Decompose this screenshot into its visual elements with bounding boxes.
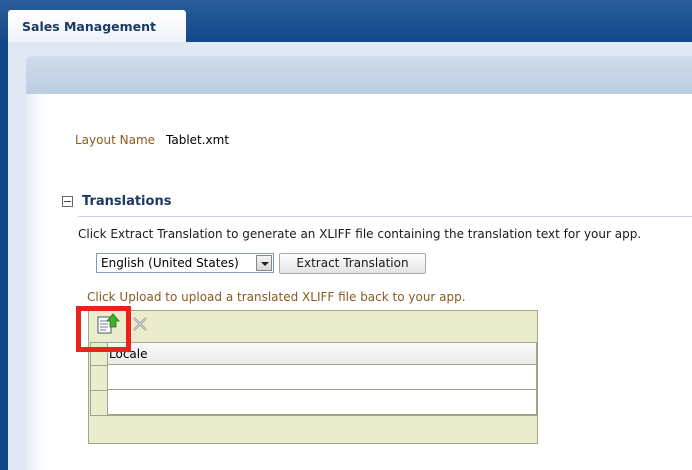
collapse-section-icon[interactable] (62, 196, 73, 207)
upload-instructions: Click Upload to upload a translated XLIF… (87, 290, 466, 304)
left-rail (0, 42, 8, 470)
translations-section-title: Translations (82, 194, 172, 209)
delete-button[interactable] (130, 314, 150, 334)
delete-icon (133, 317, 147, 331)
layout-name-label: Layout Name (75, 133, 156, 147)
chevron-down-icon[interactable] (256, 255, 272, 271)
locale-select-value: English (United States) (101, 256, 239, 270)
app-tab[interactable]: Sales Management (8, 10, 186, 42)
section-divider (78, 216, 692, 217)
region-body-shadow (26, 94, 44, 470)
table-row[interactable] (108, 390, 536, 415)
row-header-column (91, 343, 108, 415)
locale-select[interactable]: English (United States) (96, 253, 274, 273)
region-header (26, 56, 692, 94)
extract-translation-button[interactable]: Extract Translation (279, 253, 426, 274)
column-header-locale[interactable]: Locale (108, 343, 536, 365)
table-row[interactable] (108, 365, 536, 390)
locale-table: Locale (90, 342, 537, 416)
row-header-separator (91, 365, 108, 366)
layout-name-value: Tablet.xmt (166, 133, 230, 147)
extract-instructions: Click Extract Translation to generate an… (78, 227, 642, 241)
app-title: Sales Management (22, 19, 157, 34)
highlight-annotation (76, 306, 131, 352)
row-header-separator (91, 390, 108, 391)
